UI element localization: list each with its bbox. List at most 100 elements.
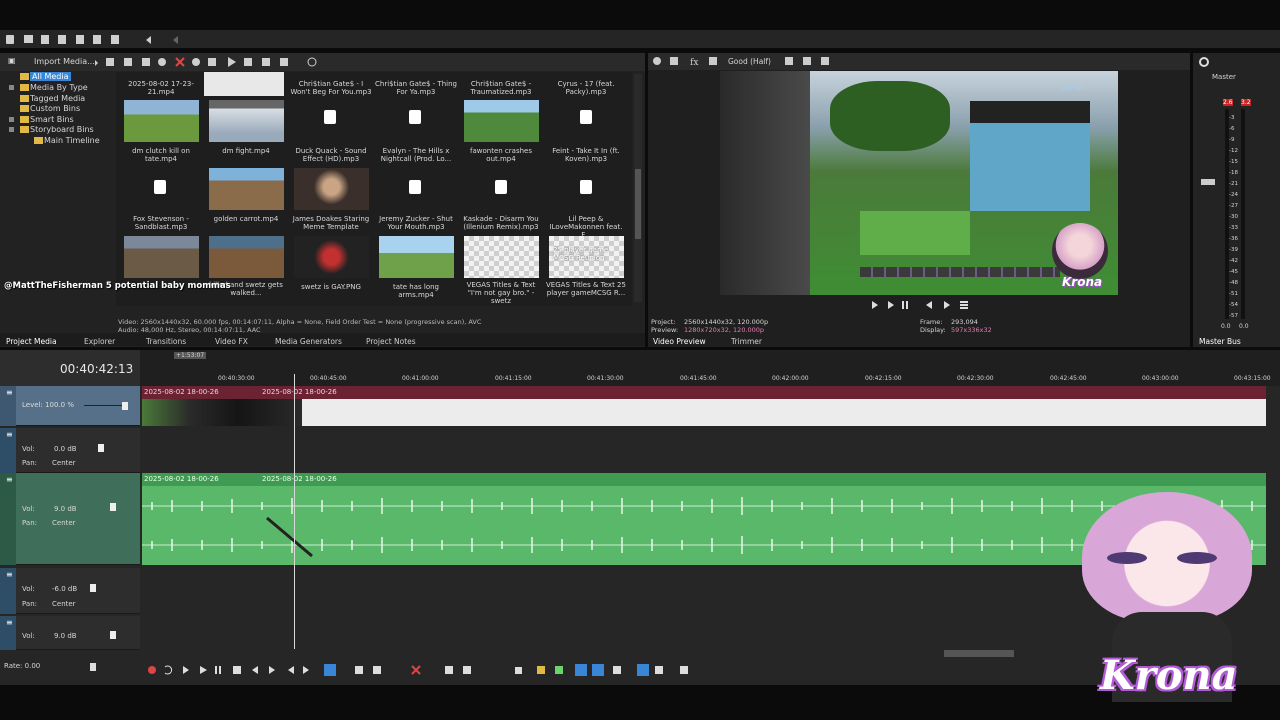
timeline-horizontal-scrollbar[interactable] — [944, 650, 1014, 657]
pan-label: Pan: — [22, 459, 37, 467]
import-media-icon[interactable]: ▣ — [8, 56, 16, 65]
title-thumbnail[interactable] — [464, 236, 539, 278]
video-thumbnail[interactable] — [209, 236, 284, 278]
vol-label: Vol: — [22, 632, 35, 640]
tab-trimmer[interactable]: Trimmer — [731, 337, 762, 346]
video-thumbnail[interactable] — [209, 100, 284, 142]
vol-label: Vol: — [22, 505, 35, 513]
project-value: 2560x1440x32, 120.000p — [684, 318, 769, 326]
media-info-video: Video: 2560x1440x32, 60.000 fps, 00:14:0… — [118, 318, 482, 326]
tab-media-generators[interactable]: Media Generators — [275, 337, 342, 346]
timeline-transport[interactable] — [145, 662, 765, 678]
track-pan: Center — [52, 600, 76, 608]
timecode: 00:40:42:13 — [60, 362, 134, 376]
tab-video-fx[interactable]: Video FX — [215, 337, 248, 346]
frame-label: Frame: — [920, 318, 943, 326]
main-toolbar-icons[interactable] — [0, 30, 200, 48]
track-volume: 9.0 dB — [54, 505, 77, 513]
track-header-audio-2[interactable]: ≡ Vol: 0.0 dB Pan: Center — [0, 428, 140, 473]
tab-project-notes[interactable]: Project Notes — [366, 337, 416, 346]
audio-file-icon[interactable] — [580, 180, 592, 194]
video-thumbnail[interactable] — [209, 168, 284, 210]
media-item-label: fawonten crashes out.mp4 — [470, 147, 532, 163]
track-header-audio-4[interactable]: ≡ Vol: -6.0 dB Pan: Center — [0, 568, 140, 614]
ruler-mark: 00:42:15:00 — [865, 375, 902, 382]
audio-file-icon[interactable] — [409, 110, 421, 124]
title-thumbnail[interactable]: 25 player game MCSG Reunion — [549, 236, 624, 278]
video-thumbnail[interactable] — [294, 168, 369, 210]
volume-slider[interactable] — [110, 631, 116, 639]
menu-icon[interactable]: ≡ — [6, 618, 13, 627]
tab-video-preview[interactable]: Video Preview — [653, 337, 706, 346]
preview-quality-select[interactable]: Good (Half) — [728, 57, 771, 66]
preview-tool-icons[interactable]: fx — [652, 53, 732, 70]
track-header-video-1[interactable]: ≡ Level: 100.0 % — [0, 386, 140, 426]
volume-slider[interactable] — [110, 503, 116, 511]
pan-label: Pan: — [22, 600, 37, 608]
media-thumb-selected[interactable] — [204, 72, 284, 96]
timeline-ruler[interactable]: +1:53:07 00:40:30:00 00:40:45:00 00:41:0… — [140, 350, 1280, 386]
audio-file-icon[interactable] — [495, 180, 507, 194]
overlay-name-large: Krona — [1100, 652, 1238, 699]
menu-icon[interactable]: ≡ — [6, 570, 13, 579]
media-item-label: Fox Stevenson - Sandblast.mp3 — [133, 215, 189, 231]
audio-file-icon[interactable] — [580, 110, 592, 124]
audio-clip-name-2: 2025-08-02 18-00-26 — [262, 475, 337, 483]
audio-file-icon[interactable] — [324, 110, 336, 124]
video-thumbnail[interactable] — [124, 100, 199, 142]
master-fader[interactable] — [1201, 179, 1215, 185]
menu-icon[interactable]: ≡ — [6, 475, 13, 484]
fps-counter: 247 FPS — [1062, 85, 1087, 92]
track-header-audio-3[interactable]: ≡ Vol: 9.0 dB Pan: Center — [0, 473, 140, 565]
tab-transitions[interactable]: Transitions — [146, 337, 186, 346]
video-thumbnail[interactable] — [379, 236, 454, 278]
track-pan: Center — [52, 459, 76, 467]
playhead[interactable] — [294, 374, 295, 649]
track-volume: -6.0 dB — [52, 585, 78, 593]
ruler-mark: 00:41:15:00 — [495, 375, 532, 382]
rate-slider[interactable] — [90, 663, 96, 671]
audio-file-icon[interactable] — [154, 180, 166, 194]
media-item-label: VEGAS Titles & Text "I'm not gay bro." -… — [466, 281, 536, 305]
preview-transport[interactable] — [864, 299, 984, 311]
gear-icon[interactable] — [1199, 57, 1209, 67]
media-scrollbar[interactable] — [634, 74, 642, 302]
menu-icon[interactable]: ≡ — [6, 430, 13, 439]
master-value-right: 0.0 — [1239, 323, 1249, 330]
preview-toolbar: fx Good (Half) — [648, 53, 1190, 70]
video-thumbnail[interactable] — [464, 100, 539, 142]
import-media-button[interactable]: Import Media... — [34, 57, 95, 66]
preview-tool-icons-2[interactable] — [783, 53, 843, 70]
volume-slider[interactable] — [98, 444, 104, 452]
tree-item-main-timeline[interactable]: Main Timeline — [44, 136, 100, 145]
video-track-lane: 2025-08-02 18-00-26 2025-08-02 18-00-26 — [142, 386, 1266, 426]
pan-label: Pan: — [22, 519, 37, 527]
ruler-mark: 00:41:45:00 — [680, 375, 717, 382]
volume-slider[interactable] — [90, 584, 96, 592]
media-tool-icons[interactable] — [90, 53, 330, 71]
track-header-audio-5[interactable]: ≡ Vol: 9.0 dB — [0, 616, 140, 650]
streamer-avatar-overlay: Krona — [1062, 492, 1272, 712]
master-title: Master — [1212, 73, 1236, 81]
video-preview-panel: fx Good (Half) 247 FPS Krona Project: 25… — [648, 53, 1190, 347]
track-pan: Center — [52, 519, 76, 527]
track-volume: 0.0 dB — [54, 445, 77, 453]
media-item-label: Chri$tian Gate$ - Traumatized.mp3 — [470, 80, 532, 96]
tab-project-media[interactable]: Project Media — [6, 337, 57, 346]
meter-right — [1241, 109, 1245, 319]
tab-master-bus[interactable]: Master Bus — [1199, 337, 1241, 346]
video-clip-thumbs[interactable] — [142, 399, 302, 426]
media-item-label: Evalyn - The Hills x Nightcall (Prod. Lo… — [380, 147, 452, 163]
display-value: 597x336x32 — [951, 326, 992, 334]
main-toolbar — [0, 30, 1280, 48]
ruler-mark: 00:40:45:00 — [310, 375, 347, 382]
audio-file-icon[interactable] — [409, 180, 421, 194]
video-clip-name: 2025-08-02 18-00-26 — [144, 388, 219, 396]
image-thumbnail[interactable] — [294, 236, 369, 278]
hotbar — [860, 267, 1060, 277]
media-item-label: Chri$tian Gate$ - I Won't Beg For You.mp… — [290, 80, 372, 96]
tab-explorer[interactable]: Explorer — [84, 337, 115, 346]
menu-icon[interactable]: ≡ — [6, 388, 13, 397]
video-thumbnail[interactable] — [124, 236, 199, 278]
level-slider[interactable] — [122, 402, 128, 410]
